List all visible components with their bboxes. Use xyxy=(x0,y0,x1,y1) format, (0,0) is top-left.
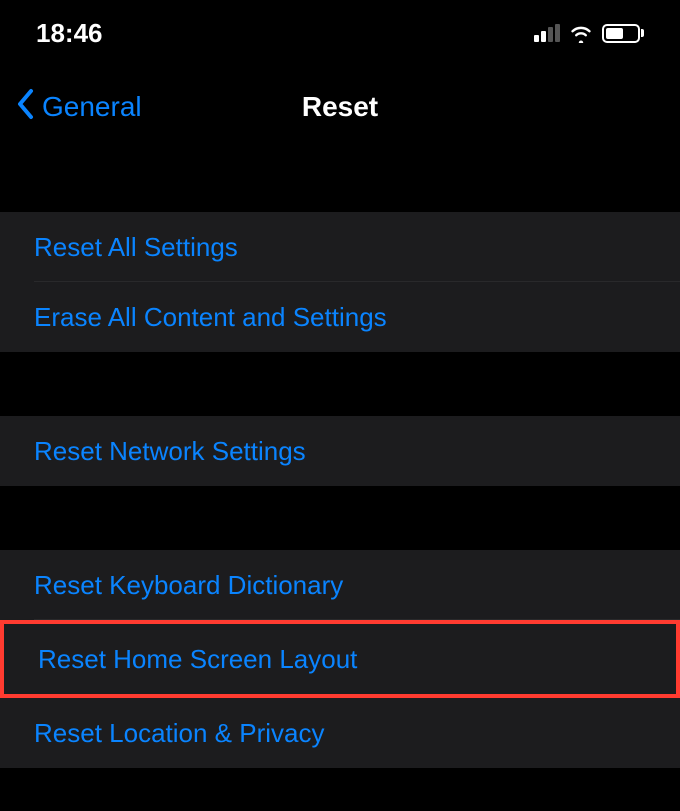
reset-all-settings[interactable]: Reset All Settings xyxy=(0,212,680,282)
status-icons xyxy=(534,23,644,43)
list-item-label: Reset Location & Privacy xyxy=(34,718,324,749)
page-title: Reset xyxy=(302,91,378,123)
list-group: Reset Keyboard Dictionary Reset Home Scr… xyxy=(0,550,680,768)
reset-keyboard-dictionary[interactable]: Reset Keyboard Dictionary xyxy=(0,550,680,620)
list-item-label: Reset Home Screen Layout xyxy=(38,644,357,675)
wifi-icon xyxy=(568,23,594,43)
reset-location-and-privacy[interactable]: Reset Location & Privacy xyxy=(0,698,680,768)
section-gap xyxy=(0,352,680,416)
list-item-label: Reset Keyboard Dictionary xyxy=(34,570,343,601)
cellular-signal-icon xyxy=(534,24,560,42)
battery-icon xyxy=(602,24,644,43)
chevron-left-icon xyxy=(16,87,36,127)
section-gap xyxy=(0,148,680,212)
section-gap xyxy=(0,486,680,550)
list-item-label: Erase All Content and Settings xyxy=(34,302,387,333)
list-item-label: Reset All Settings xyxy=(34,232,238,263)
back-label: General xyxy=(42,91,142,123)
list-group: Reset Network Settings xyxy=(0,416,680,486)
reset-network-settings[interactable]: Reset Network Settings xyxy=(0,416,680,486)
erase-all-content-and-settings[interactable]: Erase All Content and Settings xyxy=(0,282,680,352)
highlight-annotation: Reset Home Screen Layout xyxy=(0,620,680,698)
list-group: Reset All Settings Erase All Content and… xyxy=(0,212,680,352)
status-bar: 18:46 xyxy=(0,0,680,66)
back-button[interactable]: General xyxy=(16,87,142,127)
status-time: 18:46 xyxy=(36,18,103,49)
list-item-label: Reset Network Settings xyxy=(34,436,306,467)
navigation-bar: General Reset xyxy=(0,66,680,148)
reset-home-screen-layout[interactable]: Reset Home Screen Layout xyxy=(4,624,676,694)
